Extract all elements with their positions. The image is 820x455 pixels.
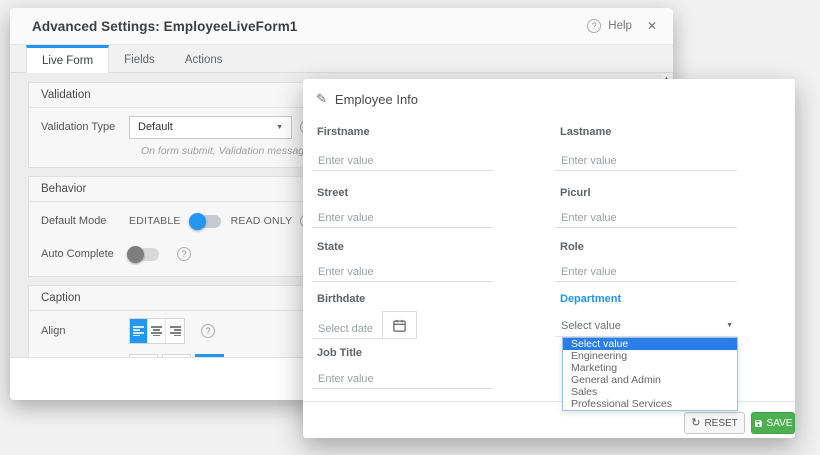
help-icon[interactable]: ? bbox=[587, 19, 601, 33]
validation-type-select[interactable]: Default ▼ bbox=[129, 116, 292, 139]
auto-complete-toggle[interactable] bbox=[129, 248, 159, 261]
lastname-label: Lastname bbox=[560, 126, 611, 138]
street-input[interactable]: Enter value bbox=[312, 208, 493, 228]
job-title-label: Job Title bbox=[317, 347, 362, 359]
street-label: Street bbox=[317, 187, 348, 199]
department-label: Department bbox=[560, 293, 621, 305]
auto-complete-help-icon[interactable]: ? bbox=[177, 247, 191, 261]
save-floppy-icon bbox=[754, 419, 763, 428]
tab-live-form[interactable]: Live Form bbox=[26, 45, 109, 73]
dropdown-option[interactable]: Professional Services bbox=[563, 398, 737, 410]
reset-button[interactable]: ↻ RESET bbox=[684, 412, 745, 434]
department-select[interactable]: Select value ▼ bbox=[555, 315, 737, 337]
align-help-icon[interactable]: ? bbox=[201, 324, 215, 338]
lastname-input[interactable]: Enter value bbox=[555, 151, 737, 171]
align-button-group bbox=[129, 318, 185, 344]
role-label: Role bbox=[560, 241, 584, 253]
help-link[interactable]: Help bbox=[608, 20, 632, 32]
tab-actions[interactable]: Actions bbox=[170, 45, 238, 72]
align-left-icon bbox=[133, 326, 144, 336]
auto-complete-label: Auto Complete bbox=[41, 248, 129, 260]
save-button[interactable]: SAVE bbox=[751, 412, 795, 434]
dropdown-option[interactable]: Engineering bbox=[563, 350, 737, 362]
editable-label: EDITABLE bbox=[129, 215, 181, 227]
screen: Advanced Settings: EmployeeLiveForm1 ? H… bbox=[0, 0, 820, 455]
settings-tabbar: Live Form Fields Actions bbox=[10, 45, 673, 73]
picurl-input[interactable]: Enter value bbox=[555, 208, 737, 228]
dropdown-option[interactable]: Sales bbox=[563, 386, 737, 398]
picurl-label: Picurl bbox=[560, 187, 591, 199]
align-center-button[interactable] bbox=[148, 319, 166, 343]
employee-info-panel: ✎ Employee Info Firstname Enter value La… bbox=[303, 79, 795, 438]
firstname-input[interactable]: Enter value bbox=[312, 151, 493, 171]
align-right-button[interactable] bbox=[166, 319, 184, 343]
firstname-label: Firstname bbox=[317, 126, 370, 138]
calendar-icon bbox=[392, 318, 407, 333]
tab-fields[interactable]: Fields bbox=[109, 45, 170, 72]
state-input[interactable]: Enter value bbox=[312, 262, 493, 282]
close-icon[interactable]: ✕ bbox=[647, 19, 657, 33]
caret-down-icon: ▼ bbox=[726, 315, 733, 337]
state-label: State bbox=[317, 241, 344, 253]
datepicker-button[interactable] bbox=[382, 311, 417, 339]
job-title-input[interactable]: Enter value bbox=[312, 369, 493, 389]
align-left-button[interactable] bbox=[130, 319, 148, 343]
birthdate-label: Birthdate bbox=[317, 293, 365, 305]
dialog-title: Advanced Settings: EmployeeLiveForm1 bbox=[32, 19, 297, 34]
align-right-icon bbox=[170, 326, 181, 336]
birthdate-input[interactable]: Select date bbox=[312, 319, 382, 339]
department-select-value: Select value bbox=[561, 315, 621, 337]
dropdown-option[interactable]: Marketing bbox=[563, 362, 737, 374]
role-input[interactable]: Enter value bbox=[555, 262, 737, 282]
department-dropdown-list: Select value Engineering Marketing Gener… bbox=[562, 337, 738, 411]
validation-type-label: Validation Type bbox=[41, 121, 129, 133]
caret-down-icon: ▼ bbox=[276, 124, 283, 131]
default-mode-toggle[interactable] bbox=[191, 215, 221, 228]
align-label: Align bbox=[41, 325, 129, 337]
default-mode-label: Default Mode bbox=[41, 215, 129, 227]
panel-title: Employee Info bbox=[335, 92, 418, 107]
refresh-icon: ↻ bbox=[691, 418, 700, 429]
read-only-label: READ ONLY bbox=[231, 215, 293, 227]
dialog-header: Advanced Settings: EmployeeLiveForm1 ? H… bbox=[10, 8, 673, 45]
dropdown-option[interactable]: Select value bbox=[563, 338, 737, 350]
validation-type-value: Default bbox=[138, 121, 173, 133]
align-center-icon bbox=[151, 326, 162, 336]
edit-pencil-icon: ✎ bbox=[316, 91, 327, 107]
dropdown-option[interactable]: General and Admin bbox=[563, 374, 737, 386]
